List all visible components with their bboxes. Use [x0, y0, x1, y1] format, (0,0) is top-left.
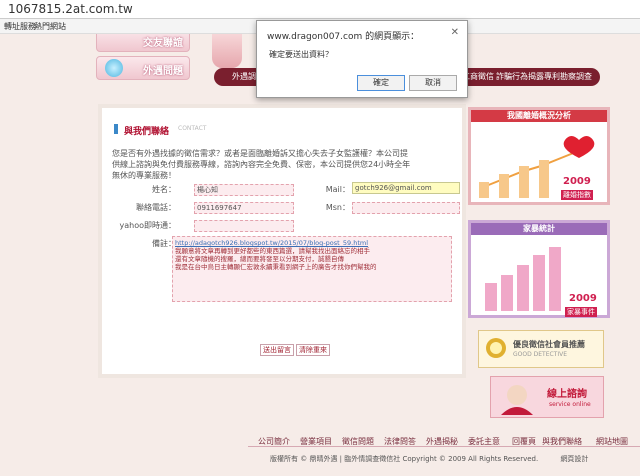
divorce-analysis-banner[interactable]: 我國離婚概況分析 2009 離婚指數 [468, 107, 610, 205]
side-button-label: 交友聯誼 [143, 38, 183, 49]
contact-panel: 與我們聯絡 CONTACT 您是否有外遇找據的徵信需求？或者是面臨離婚訴又擔心失… [98, 104, 466, 378]
mail-label: Mail： [325, 185, 350, 194]
footer-divider [248, 446, 640, 447]
nav-item[interactable]: 專利勘察調查 [544, 71, 592, 82]
nav-item[interactable]: 詐騙行為揭露 [496, 71, 544, 82]
contact-intro: 您是否有外遇找據的徵信需求？或者是面臨離婚訴又擔心失去子女監護權？本公司提供線上… [112, 149, 411, 180]
online-consult-banner[interactable]: 線上諮詢 service online [490, 376, 604, 418]
clear-button[interactable]: 清除重來 [296, 344, 330, 356]
side-button-label: 外遇問題 [143, 66, 183, 77]
submit-button[interactable]: 送出留言 [260, 344, 294, 356]
memo-link: http://adagotch926.blogspot.tw/2015/07/b… [175, 239, 369, 247]
name-label: 姓名： [152, 185, 176, 194]
memo-line: 我願意將文章再轉到更好都些的東西篇選，請幫我找出面絡忘的相手 [175, 247, 370, 255]
bookmark-item[interactable]: 熱門網站 [34, 21, 66, 32]
model-figure [212, 34, 242, 68]
online-title: 線上諮詢 [547, 389, 587, 400]
member-title: 優良徵信社會員推薦 [513, 340, 585, 349]
medal-icon [486, 338, 506, 358]
analysis-year: 2009 [563, 176, 591, 187]
banner-title: 家暴統計 [471, 223, 607, 235]
bubble-icon [105, 59, 123, 77]
copyright-text: 版權所有 © 鼎晴外遇 | 臨外情調查徵信社 Copyright © 2009 … [270, 455, 539, 463]
design-link[interactable]: 網頁設計 [560, 455, 588, 463]
msn-label: Msn： [325, 203, 350, 212]
dialog-title: www.dragon007.com 的網頁顯示： [267, 32, 420, 42]
analysis-badge: 離婚指數 [561, 190, 593, 200]
page-content: 交友聯誼 外遇問題 外遇調查 工商徵信 詐騙行為揭露 專利勘察調查 與我們聯絡 … [0, 34, 640, 476]
ok-button[interactable]: 確定 [357, 75, 405, 91]
dialog-message: 確定要送出資料？ [269, 50, 333, 59]
memo-line: 我是在台中烏日主轉顯仁宏敦永續秉看到網子上的廣告才找你們幫我的 [175, 263, 377, 271]
side-button-dating[interactable]: 交友聯誼 [96, 34, 190, 52]
cancel-button[interactable]: 取消 [409, 75, 457, 91]
yahoo-label: yahoo即時通： [119, 221, 177, 230]
operator-icon [501, 385, 533, 415]
side-button-affair[interactable]: 外遇問題 [96, 56, 190, 80]
memo-line: 還有文章隨機的搜羅，總而要將發至以分期支付，誠懇自傳 [175, 255, 344, 263]
close-icon[interactable]: ✕ [451, 27, 459, 38]
domestic-violence-banner[interactable]: 家暴統計 2009 家暴事件 [468, 220, 610, 318]
url-text[interactable]: 1067815.2at.com.tw [8, 2, 133, 16]
memo-field[interactable]: http://adagotch926.blogspot.tw/2015/07/b… [172, 236, 452, 302]
yahoo-field[interactable] [194, 220, 294, 232]
address-bar[interactable]: 1067815.2at.com.tw [0, 0, 640, 19]
phone-field[interactable]: 0911697647 [194, 202, 294, 214]
copyright: 版權所有 © 鼎晴外遇 | 臨外情調查徵信社 Copyright © 2009 … [270, 454, 588, 464]
good-detective-banner[interactable]: 優良徵信社會員推薦 GOOD DETECTIVE [478, 330, 604, 368]
memo-label: 備註： [152, 239, 176, 248]
mail-field[interactable]: gotch926@gmail.com [352, 182, 460, 194]
bookmark-item[interactable]: 轉址服務 [4, 21, 36, 32]
online-subtitle: service online [549, 401, 591, 408]
confirm-dialog: www.dragon007.com 的網頁顯示： ✕ 確定要送出資料？ 確定 取… [256, 20, 468, 98]
stats-year: 2009 [569, 293, 597, 304]
contact-title-en: CONTACT [178, 125, 207, 132]
contact-icon [114, 124, 118, 134]
contact-title: 與我們聯絡 [124, 127, 170, 137]
phone-label: 聯絡電話： [136, 203, 176, 212]
member-subtitle: GOOD DETECTIVE [513, 351, 568, 358]
stats-badge: 家暴事件 [565, 307, 597, 317]
name-field[interactable]: 楊心知 [194, 184, 294, 196]
banner-title: 我國離婚概況分析 [471, 110, 607, 122]
msn-field[interactable] [352, 202, 460, 214]
